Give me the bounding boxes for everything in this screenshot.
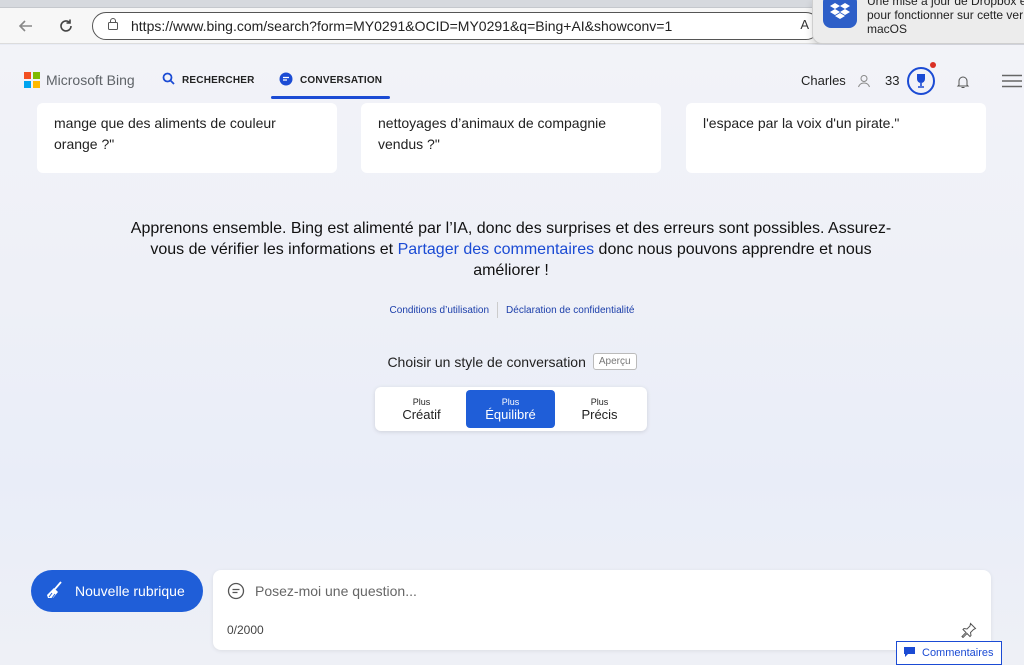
share-feedback-link[interactable]: Partager des commentaires bbox=[398, 241, 595, 258]
user-name[interactable]: Charles bbox=[801, 73, 846, 88]
menu-icon[interactable] bbox=[1002, 74, 1022, 93]
bing-chat-page: Microsoft Bing RECHERCHER CONVERSATION C… bbox=[0, 45, 1024, 665]
suggestion-card[interactable]: mange que des aliments de couleur orange… bbox=[37, 103, 337, 173]
style-creative-button[interactable]: Plus Créatif bbox=[377, 390, 466, 428]
back-icon[interactable] bbox=[14, 14, 38, 38]
suggestion-card[interactable]: nettoyages d’animaux de compagnie vendus… bbox=[361, 103, 661, 173]
refresh-icon[interactable] bbox=[54, 14, 78, 38]
tab-rechercher[interactable]: RECHERCHER bbox=[162, 72, 255, 88]
conversation-style-picker: Plus Créatif Plus Équilibré Plus Précis bbox=[375, 387, 647, 431]
question-input[interactable] bbox=[255, 580, 855, 602]
style-precise-button[interactable]: Plus Précis bbox=[555, 390, 644, 428]
conversation-style-heading: Choisir un style de conversation Aperçu bbox=[0, 353, 1024, 370]
address-bar[interactable]: https://www.bing.com/search?form=MY0291&… bbox=[92, 12, 820, 40]
chat-composer: 0/2000 bbox=[213, 570, 991, 650]
lock-icon bbox=[107, 17, 119, 35]
terms-link[interactable]: Conditions d’utilisation bbox=[390, 305, 490, 316]
suggestion-card[interactable]: l'espace par la voix d'un pirate." bbox=[686, 103, 986, 173]
user-icon[interactable] bbox=[857, 74, 871, 93]
ai-disclaimer: Apprenons ensemble. Bing est alimenté pa… bbox=[130, 220, 892, 279]
privacy-link[interactable]: Déclaration de confidentialité bbox=[506, 305, 634, 316]
rewards-trophy-icon[interactable] bbox=[907, 67, 935, 95]
address-url: https://www.bing.com/search?form=MY0291&… bbox=[131, 18, 673, 34]
style-balanced-button[interactable]: Plus Équilibré bbox=[466, 390, 555, 428]
character-counter: 0/2000 bbox=[227, 623, 264, 637]
feedback-icon bbox=[903, 646, 916, 661]
pin-icon[interactable] bbox=[961, 622, 977, 643]
new-topic-button[interactable]: Nouvelle rubrique bbox=[31, 570, 203, 612]
broom-icon bbox=[45, 580, 65, 603]
notification-text: Une mise à jour de Dropbox e pour foncti… bbox=[867, 0, 1024, 36]
feedback-button[interactable]: Commentaires bbox=[896, 641, 1002, 665]
microsoft-logo-icon bbox=[24, 72, 40, 88]
read-aloud-icon[interactable]: A bbox=[800, 17, 809, 32]
legal-links: Conditions d’utilisation Déclaration de … bbox=[0, 302, 1024, 318]
notification-dot bbox=[930, 62, 936, 68]
dropbox-icon bbox=[823, 0, 857, 28]
chat-bubble-icon bbox=[279, 72, 293, 89]
chat-bubble-icon bbox=[227, 582, 245, 605]
tab-conversation[interactable]: CONVERSATION bbox=[270, 72, 391, 99]
dropbox-notification[interactable]: Une mise à jour de Dropbox e pour foncti… bbox=[812, 0, 1024, 44]
microsoft-bing-logo[interactable]: Microsoft Bing bbox=[24, 72, 135, 88]
rewards-points[interactable]: 33 bbox=[885, 73, 899, 88]
preview-badge: Aperçu bbox=[592, 353, 637, 370]
bell-icon[interactable] bbox=[956, 74, 970, 94]
search-icon bbox=[162, 72, 175, 88]
divider bbox=[497, 302, 499, 318]
